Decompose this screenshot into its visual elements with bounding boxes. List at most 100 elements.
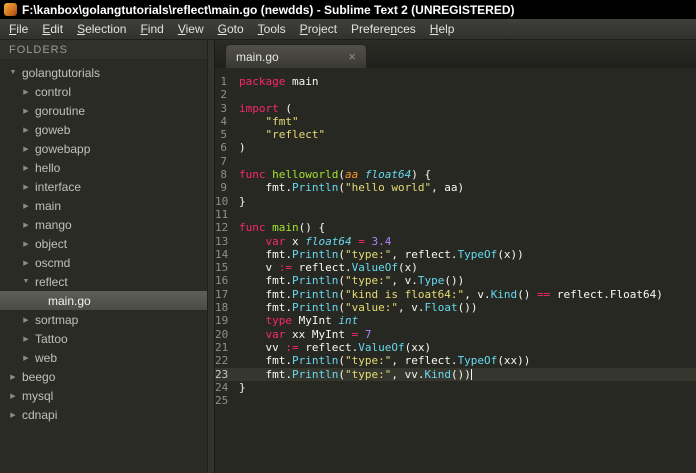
menu-preferences[interactable]: Preferences bbox=[344, 20, 423, 38]
sidebar-item-hello[interactable]: ▶ hello bbox=[0, 158, 214, 177]
editor-pane: main.go × 1 package main 2 3 import (4 "fmt" 5… bbox=[215, 40, 696, 473]
code-text: vv := reflect.ValueOf(xx) bbox=[239, 340, 432, 354]
code-line-7[interactable]: 7 bbox=[215, 155, 696, 168]
sidebar-item-sortmap[interactable]: ▶ sortmap bbox=[0, 310, 214, 329]
code-line-9[interactable]: 9 fmt.Println("hello world", aa) bbox=[215, 181, 696, 194]
code-line-13[interactable]: 13 var x float64 = 3.4 bbox=[215, 235, 696, 248]
sidebar-item-oscmd[interactable]: ▶ oscmd bbox=[0, 253, 214, 272]
line-number: 2 bbox=[220, 88, 227, 102]
chevron-right-icon[interactable]: ▶ bbox=[20, 354, 32, 362]
chevron-right-icon[interactable]: ▶ bbox=[20, 335, 32, 343]
folders-header: FOLDERS bbox=[0, 40, 214, 60]
chevron-right-icon[interactable]: ▶ bbox=[7, 392, 19, 400]
tab-close-icon[interactable]: × bbox=[348, 50, 356, 63]
code-line-23[interactable]: 23 fmt.Println("type:", vv.Kind()) bbox=[215, 367, 696, 381]
code-line-15[interactable]: 15 v := reflect.ValueOf(x) bbox=[215, 261, 696, 274]
line-number: 25 bbox=[215, 394, 229, 408]
menu-file[interactable]: File bbox=[2, 20, 35, 38]
line-number: 1 bbox=[220, 75, 227, 88]
chevron-right-icon[interactable]: ▶ bbox=[7, 373, 19, 381]
menu-help[interactable]: Help bbox=[423, 20, 462, 38]
code-text: fmt.Println("kind is float64:", v.Kind()… bbox=[239, 287, 663, 301]
line-number: 19 bbox=[215, 314, 229, 328]
line-number: 11 bbox=[215, 207, 229, 221]
chevron-right-icon[interactable]: ▶ bbox=[20, 221, 32, 229]
chevron-down-icon[interactable]: ▼ bbox=[7, 69, 19, 76]
chevron-right-icon[interactable]: ▶ bbox=[20, 145, 32, 153]
code-text: type MyInt int bbox=[265, 314, 359, 328]
sidebar-item-gowebapp[interactable]: ▶ gowebapp bbox=[0, 139, 214, 158]
chevron-right-icon[interactable]: ▶ bbox=[20, 88, 32, 96]
code-line-10[interactable]: 10} bbox=[215, 195, 696, 208]
code-line-18[interactable]: 18 fmt.Println("value:", v.Float()) bbox=[215, 301, 696, 314]
sidebar-item-beego[interactable]: ▶ beego bbox=[0, 367, 214, 386]
code-text: fmt.Println("type:", reflect.TypeOf(x)) bbox=[239, 247, 524, 261]
code-line-25[interactable]: 25 bbox=[215, 394, 696, 407]
sublime-app-icon[interactable] bbox=[4, 3, 17, 16]
chevron-right-icon[interactable]: ▶ bbox=[20, 259, 32, 267]
window-title: F:\kanbox\golangtutorials\reflect\main.g… bbox=[22, 2, 515, 17]
code-line-14[interactable]: 14 fmt.Println("type:", reflect.TypeOf(x… bbox=[215, 248, 696, 261]
chevron-right-icon[interactable]: ▶ bbox=[20, 202, 32, 210]
line-number: 7 bbox=[220, 154, 227, 168]
code-editor[interactable]: 1 package main 2 3 import (4 "fmt" 5 "reflect… bbox=[215, 68, 696, 473]
sidebar-item-label: hello bbox=[35, 160, 61, 175]
code-line-12[interactable]: 12 func main() { bbox=[215, 221, 696, 234]
sidebar-item-goweb[interactable]: ▶ goweb bbox=[0, 120, 214, 139]
chevron-right-icon[interactable]: ▶ bbox=[20, 240, 32, 248]
code-line-5[interactable]: 5 "reflect" bbox=[215, 128, 696, 141]
sidebar-item-label: goroutine bbox=[35, 103, 86, 118]
sidebar-item-golangtutorials[interactable]: ▼ golangtutorials bbox=[0, 63, 214, 82]
title-bar[interactable]: F:\kanbox\golangtutorials\reflect\main.g… bbox=[0, 0, 696, 19]
code-line-19[interactable]: 19 type MyInt int bbox=[215, 314, 696, 327]
code-line-20[interactable]: 20 var xx MyInt = 7 bbox=[215, 328, 696, 341]
menu-view[interactable]: View bbox=[171, 20, 211, 38]
menu-selection[interactable]: Selection bbox=[70, 20, 133, 38]
code-line-6[interactable]: 6) bbox=[215, 141, 696, 154]
code-line-8[interactable]: 8 func helloworld(aa float64) { bbox=[215, 168, 696, 181]
line-number: 8 bbox=[220, 168, 227, 182]
line-number: 18 bbox=[215, 301, 229, 315]
code-line-2[interactable]: 2 bbox=[215, 88, 696, 101]
chevron-right-icon[interactable]: ▶ bbox=[20, 126, 32, 134]
chevron-right-icon[interactable]: ▶ bbox=[20, 316, 32, 324]
chevron-right-icon[interactable]: ▶ bbox=[20, 107, 32, 115]
code-text: func main() { bbox=[239, 221, 326, 235]
menu-find[interactable]: Find bbox=[133, 20, 170, 38]
sidebar-item-control[interactable]: ▶ control bbox=[0, 82, 214, 101]
sidebar-item-reflect[interactable]: ▼ reflect bbox=[0, 272, 214, 291]
code-line-4[interactable]: 4 "fmt" bbox=[215, 115, 696, 128]
sidebar-item-interface[interactable]: ▶ interface bbox=[0, 177, 214, 196]
chevron-right-icon[interactable]: ▶ bbox=[7, 411, 19, 419]
sidebar-item-web[interactable]: ▶ web bbox=[0, 348, 214, 367]
sidebar-item-mysql[interactable]: ▶ mysql bbox=[0, 386, 214, 405]
sidebar-item-cdnapi[interactable]: ▶ cdnapi bbox=[0, 405, 214, 424]
line-number: 13 bbox=[215, 234, 229, 248]
tab-main-go[interactable]: main.go × bbox=[225, 44, 367, 68]
sidebar-item-main[interactable]: ▶ main bbox=[0, 196, 214, 215]
code-line-21[interactable]: 21 vv := reflect.ValueOf(xx) bbox=[215, 341, 696, 354]
sidebar-item-object[interactable]: ▶ object bbox=[0, 234, 214, 253]
code-line-17[interactable]: 17 fmt.Println("kind is float64:", v.Kin… bbox=[215, 288, 696, 301]
menu-goto[interactable]: Goto bbox=[211, 20, 251, 38]
line-number: 6 bbox=[220, 141, 227, 155]
menu-project[interactable]: Project bbox=[293, 20, 344, 38]
sidebar-item-main-go[interactable]: main.go bbox=[0, 291, 214, 310]
code-line-11[interactable]: 11 bbox=[215, 208, 696, 221]
code-line-22[interactable]: 22 fmt.Println("type:", reflect.TypeOf(x… bbox=[215, 354, 696, 367]
sidebar-scrollbar[interactable] bbox=[207, 40, 214, 473]
code-line-3[interactable]: 3 import ( bbox=[215, 102, 696, 115]
chevron-right-icon[interactable]: ▶ bbox=[20, 183, 32, 191]
code-text: fmt.Println("type:", v.Type()) bbox=[239, 274, 465, 288]
code-line-16[interactable]: 16 fmt.Println("type:", v.Type()) bbox=[215, 274, 696, 287]
chevron-down-icon[interactable]: ▼ bbox=[20, 278, 32, 285]
code-line-1[interactable]: 1 package main bbox=[215, 75, 696, 88]
sidebar-item-tattoo[interactable]: ▶ Tattoo bbox=[0, 329, 214, 348]
code-line-24[interactable]: 24} bbox=[215, 381, 696, 394]
menu-edit[interactable]: Edit bbox=[35, 20, 70, 38]
menu-tools[interactable]: Tools bbox=[251, 20, 293, 38]
chevron-right-icon[interactable]: ▶ bbox=[20, 164, 32, 172]
sidebar-item-mango[interactable]: ▶ mango bbox=[0, 215, 214, 234]
code-text: var x float64 = 3.4 bbox=[265, 234, 392, 248]
sidebar-item-goroutine[interactable]: ▶ goroutine bbox=[0, 101, 214, 120]
